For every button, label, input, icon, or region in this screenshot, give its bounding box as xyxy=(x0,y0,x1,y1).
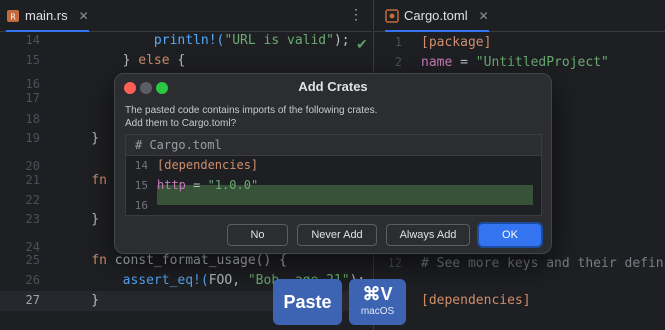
line-number: 17 xyxy=(25,91,40,105)
preview-line-number: 16 xyxy=(134,199,148,212)
close-tab-icon[interactable]: ✕ xyxy=(479,9,489,23)
line-number: 1 xyxy=(394,35,402,49)
dialog-message-line-1: The pasted code contains imports of the … xyxy=(125,105,378,116)
no-button[interactable]: No xyxy=(227,224,288,246)
code-line[interactable]: # See more keys and their definitio xyxy=(421,256,665,271)
check-icon: ✔ xyxy=(356,36,368,52)
right-tab-bar: Cargo.toml ✕ xyxy=(374,0,665,32)
line-number: 15 xyxy=(25,53,40,67)
code-line[interactable]: [package] xyxy=(421,35,491,50)
cargo-toml-preview: # Cargo.toml 14 [dependencies] 15 http = "1… xyxy=(125,134,542,216)
code-line[interactable]: } xyxy=(60,212,99,227)
close-tab-icon[interactable]: ✕ xyxy=(79,9,89,23)
tab-label: main.rs xyxy=(25,8,68,23)
paste-action-badge: Paste xyxy=(273,279,342,325)
paste-action-label: Paste xyxy=(283,292,332,312)
dialog-message-line-2: Add them to Cargo.toml? xyxy=(125,118,237,129)
dialog-title: Add Crates xyxy=(298,79,368,94)
more-options-icon[interactable]: ⋮ xyxy=(349,6,363,23)
preview-header: # Cargo.toml xyxy=(126,135,541,156)
never-add-button[interactable]: Never Add xyxy=(297,224,377,246)
shortcut-keys: ⌘V xyxy=(362,284,393,304)
toml-file-icon xyxy=(385,8,399,23)
tab-main-rs[interactable]: R main.rs ✕ xyxy=(6,0,89,32)
line-number: 24 xyxy=(25,240,40,254)
code-line[interactable]: } else { xyxy=(60,53,186,68)
line-number: 27 xyxy=(25,293,40,307)
add-crates-dialog: Add Crates The pasted code contains impo… xyxy=(114,73,552,254)
tab-cargo-toml[interactable]: Cargo.toml ✕ xyxy=(385,0,489,32)
code-line[interactable]: } xyxy=(60,293,99,308)
line-number: 23 xyxy=(25,212,40,226)
preview-header-text: # Cargo.toml xyxy=(135,138,222,152)
shortcut-badge: ⌘V macOS xyxy=(349,279,406,325)
line-number: 20 xyxy=(25,159,40,173)
shortcut-platform: macOS xyxy=(360,306,395,317)
tab-label: Cargo.toml xyxy=(404,8,468,23)
code-line[interactable]: fn const_format_usage() { xyxy=(60,253,287,268)
line-number: 12 xyxy=(387,256,402,270)
line-number: 14 xyxy=(25,33,40,47)
dialog-message: The pasted code contains imports of the … xyxy=(125,104,377,130)
line-number: 26 xyxy=(25,273,40,287)
preview-code-line: http = "1.0.0" xyxy=(157,178,259,192)
preview-line-number: 14 xyxy=(134,159,148,172)
always-add-button[interactable]: Always Add xyxy=(386,224,470,246)
line-number: 16 xyxy=(25,77,40,91)
left-tab-bar: R main.rs ✕ ⋮ xyxy=(0,0,372,32)
code-line[interactable]: println!("URL is valid"); xyxy=(60,33,350,48)
code-line[interactable]: } xyxy=(60,131,99,146)
preview-code-line: [dependencies] xyxy=(157,158,259,172)
line-number: 18 xyxy=(25,112,40,126)
rust-file-icon: R xyxy=(7,9,19,22)
code-line[interactable]: name = "UntitledProject" xyxy=(421,55,609,70)
line-number: 21 xyxy=(25,173,40,187)
line-number: 19 xyxy=(25,131,40,145)
line-number: 25 xyxy=(25,253,40,267)
line-number: 22 xyxy=(25,193,40,207)
line-number: 2 xyxy=(394,55,402,69)
svg-text:R: R xyxy=(10,12,16,21)
ok-button[interactable]: OK xyxy=(479,224,541,246)
preview-line-number: 15 xyxy=(134,179,148,192)
code-line[interactable]: [dependencies] xyxy=(421,293,531,308)
